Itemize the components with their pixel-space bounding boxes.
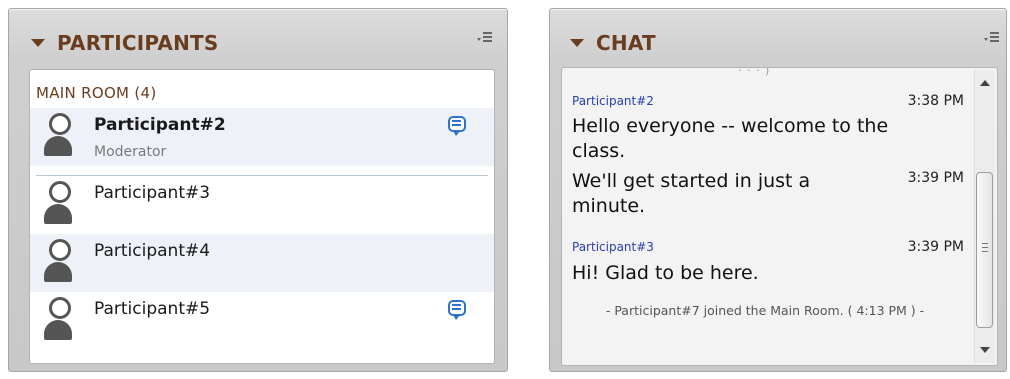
participant-row[interactable]: Participant#4: [30, 234, 494, 292]
chat-history[interactable]: · · · ) Participant#2 3:38 PM Hello ever…: [561, 67, 998, 366]
collapse-triangle-icon[interactable]: [570, 39, 584, 47]
user-avatar-icon: [44, 113, 72, 159]
message-time: 3:39 PM: [907, 239, 964, 255]
scrollbar-thumb[interactable]: [976, 172, 993, 328]
message-text: Hello everyone -- welcome to the class.: [572, 115, 889, 162]
collapse-triangle-icon[interactable]: [31, 39, 45, 47]
chat-message-list: · · · ) Participant#2 3:38 PM Hello ever…: [562, 68, 974, 365]
chat-title: CHAT: [596, 31, 656, 55]
user-avatar-icon: [44, 181, 72, 227]
participant-row[interactable]: Participant#2 Moderator: [30, 108, 494, 166]
participants-list: MAIN ROOM (4) Participant#2 Moderator Pa…: [29, 69, 495, 364]
panel-menu-icon[interactable]: [984, 29, 1000, 45]
participant-role: Moderator: [94, 144, 167, 160]
system-message: - Participant#7 joined the Main Room. ( …: [605, 303, 925, 318]
participant-row[interactable]: Participant#5: [30, 292, 494, 350]
chat-panel: CHAT · · · ) Participant#2 3:38 PM Hello…: [549, 8, 1007, 372]
message-sender: Participant#2: [572, 94, 654, 108]
user-avatar-icon: [44, 239, 72, 285]
participants-header[interactable]: PARTICIPANTS: [31, 31, 219, 55]
chat-bubble-icon[interactable]: [448, 116, 466, 136]
chat-header[interactable]: CHAT: [570, 31, 656, 55]
message-text: Hi! Glad to be here.: [572, 262, 759, 284]
chat-scrollbar[interactable]: [974, 70, 995, 363]
participant-name: Participant#3: [94, 183, 211, 203]
participant-name: Participant#4: [94, 241, 211, 261]
user-avatar-icon: [44, 297, 72, 343]
participants-title: PARTICIPANTS: [57, 31, 219, 55]
panel-menu-icon[interactable]: [477, 29, 493, 45]
message-text: We'll get started in just a minute.: [572, 170, 811, 217]
participants-panel: PARTICIPANTS MAIN ROOM (4) Participant#2…: [8, 8, 508, 372]
message-time: 3:39 PM: [907, 170, 964, 186]
participant-name: Participant#2: [94, 115, 226, 135]
scroll-down-arrow-icon[interactable]: [980, 347, 990, 353]
message-sender: Participant#3: [572, 240, 654, 254]
participant-name: Participant#5: [94, 299, 211, 319]
room-heading: MAIN ROOM (4): [36, 84, 157, 102]
chat-bubble-icon[interactable]: [448, 300, 466, 320]
truncated-message: · · · ): [738, 67, 771, 77]
scroll-up-arrow-icon[interactable]: [980, 80, 990, 86]
message-time: 3:38 PM: [907, 93, 964, 109]
participant-row[interactable]: Participant#3: [30, 176, 494, 234]
